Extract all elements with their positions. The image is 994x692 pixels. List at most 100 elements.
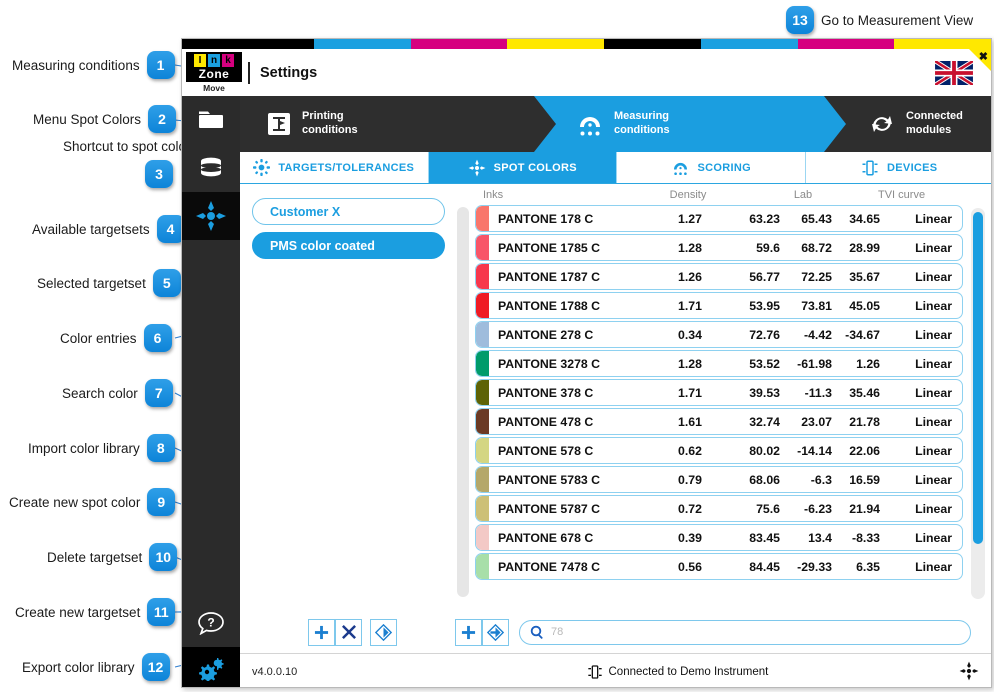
callout-badge: 12 xyxy=(141,653,170,681)
help-icon: ? xyxy=(198,612,224,635)
table-row[interactable]: PANTONE 5783 C 0.79 68.06 -6.3 16.59 Linear xyxy=(475,466,963,493)
cross-icon xyxy=(341,625,356,639)
bottom-toolbar: 78 xyxy=(240,611,991,653)
ink-name: PANTONE 3278 C xyxy=(498,356,601,371)
targetset-item-pms-color-coated[interactable]: PMS color coated xyxy=(252,232,445,259)
breadcrumb-line1: Printing xyxy=(302,110,344,123)
table-row[interactable]: PANTONE 178 C 1.27 63.23 65.43 34.65 Linear xyxy=(475,205,963,232)
table-row[interactable]: PANTONE 478 C 1.61 32.74 23.07 21.78 Linear xyxy=(475,408,963,435)
spot-color-target-icon[interactable] xyxy=(959,661,979,681)
lab-b-value: 21.78 xyxy=(849,414,880,429)
table-row[interactable]: PANTONE 578 C 0.62 80.02 -14.14 22.06 Linear xyxy=(475,437,963,464)
lab-b-value: 28.99 xyxy=(849,240,880,255)
close-icon[interactable]: ✖ xyxy=(979,49,988,65)
database-icon xyxy=(201,157,221,177)
list-left-scrollbar[interactable] xyxy=(457,207,469,597)
callout-12: Export color library 12 xyxy=(22,653,170,681)
targetset-item-customer-x[interactable]: Customer X xyxy=(252,198,445,225)
breadcrumb-line1: Measuring xyxy=(614,110,670,123)
density-value: 1.26 xyxy=(678,269,702,284)
density-value: 0.62 xyxy=(678,443,702,458)
breadcrumb-connected-modules[interactable]: Connected modules xyxy=(824,96,991,152)
table-row[interactable]: PANTONE 3278 C 1.28 53.52 -61.98 1.26 Linear xyxy=(475,350,963,377)
lab-l-value: 75.6 xyxy=(756,501,780,516)
search-icon xyxy=(530,625,543,639)
table-header: Inks Density Lab TVI curve xyxy=(455,184,987,205)
lab-a-value: 65.43 xyxy=(801,211,832,226)
table-row[interactable]: PANTONE 678 C 0.39 83.45 13.4 -8.33 Linear xyxy=(475,524,963,551)
spot-color-target-icon xyxy=(196,201,226,231)
tvi-curve-value: Linear xyxy=(915,385,952,400)
lab-b-value: 35.46 xyxy=(849,385,880,400)
scrollbar-thumb[interactable] xyxy=(973,212,983,545)
callout-8: Import color library 8 xyxy=(28,434,175,462)
ink-name: PANTONE 678 C xyxy=(498,530,594,545)
breadcrumb-line2: conditions xyxy=(302,124,358,136)
list-scrollbar[interactable] xyxy=(971,208,985,599)
table-row[interactable]: PANTONE 7478 C 0.56 84.45 -29.33 6.35 Linear xyxy=(475,553,963,580)
tab-bar: TARGETS/TOLERANCES SPOT COLORS SCORING D… xyxy=(240,152,991,184)
logo-wordmark: Zone xyxy=(186,67,242,82)
plus-icon xyxy=(314,625,329,639)
uk-flag-icon[interactable] xyxy=(935,61,973,85)
sidebar-item-help[interactable]: ? xyxy=(182,599,240,647)
lab-l-value: 39.53 xyxy=(749,385,780,400)
table-row[interactable]: PANTONE 1788 C 1.71 53.95 73.81 45.05 Linear xyxy=(475,292,963,319)
export-color-library-button[interactable] xyxy=(370,618,397,646)
search-color-field[interactable]: 78 xyxy=(519,619,971,645)
tvi-curve-value: Linear xyxy=(915,559,952,574)
breadcrumb-measuring-conditions[interactable]: Measuring conditions xyxy=(534,96,846,152)
lab-b-value: 35.67 xyxy=(849,269,880,284)
lab-b-value: 6.35 xyxy=(856,559,880,574)
create-new-spot-color-button[interactable] xyxy=(455,618,482,646)
targets-tolerances-icon xyxy=(253,159,271,176)
ink-name: PANTONE 1785 C xyxy=(498,240,601,255)
panels: Customer X PMS color coated Inks Density… xyxy=(240,184,991,611)
devices-icon xyxy=(862,160,878,175)
callout-badge: 1 xyxy=(146,51,175,79)
cmyk-color-bar xyxy=(182,39,991,49)
tab-spot-colors[interactable]: SPOT COLORS xyxy=(428,152,617,183)
delete-targetset-button[interactable] xyxy=(335,618,362,646)
sidebar-item-settings[interactable] xyxy=(182,647,240,687)
tab-scoring[interactable]: SCORING xyxy=(617,152,806,183)
callout-badge: 13 xyxy=(786,6,814,34)
main-content: Printing conditions Measuring conditions… xyxy=(240,96,991,687)
color-list-panel: Inks Density Lab TVI curve PANTONE 178 C… xyxy=(455,184,991,611)
application-window: I n k Zone Move Settings ✖ ? Printing co… xyxy=(181,38,992,688)
table-row[interactable]: PANTONE 378 C 1.71 39.53 -11.3 35.46 Linear xyxy=(475,379,963,406)
status-bar: v4.0.0.10 Connected to Demo Instrument xyxy=(240,653,991,687)
create-new-targetset-button[interactable] xyxy=(308,618,335,646)
logo-letter-c: I xyxy=(194,54,206,67)
table-row[interactable]: PANTONE 5787 C 0.72 75.6 -6.23 21.94 Linear xyxy=(475,495,963,522)
lab-l-value: 80.02 xyxy=(749,443,780,458)
sidebar-item-spot-colors[interactable] xyxy=(182,192,240,240)
callout-10: Delete targetset 10 xyxy=(47,543,178,571)
tab-label: SCORING xyxy=(697,161,751,174)
table-row[interactable]: PANTONE 278 C 0.34 72.76 -4.42 -34.67 Linear xyxy=(475,321,963,348)
callout-label: Create new spot color xyxy=(9,494,141,510)
table-row[interactable]: PANTONE 1787 C 1.26 56.77 72.25 35.67 Linear xyxy=(475,263,963,290)
import-color-library-button[interactable] xyxy=(482,618,509,646)
sidebar-item-database[interactable] xyxy=(182,144,240,192)
tvi-curve-value: Linear xyxy=(915,501,952,516)
callout-6: Color entries 6 xyxy=(60,324,172,352)
breadcrumb-printing-conditions[interactable]: Printing conditions xyxy=(240,96,556,152)
callout-11: Create new targetset 11 xyxy=(15,598,176,626)
tab-devices[interactable]: DEVICES xyxy=(805,152,991,183)
callout-label: Selected targetset xyxy=(37,275,146,291)
page-title: Settings xyxy=(260,64,318,81)
column-header-density: Density xyxy=(669,189,707,201)
color-rows: PANTONE 178 C 1.27 63.23 65.43 34.65 Linear PA… xyxy=(475,205,967,611)
table-row[interactable]: PANTONE 1785 C 1.28 59.6 68.72 28.99 Linear xyxy=(475,234,963,261)
gear-icon xyxy=(199,658,224,681)
lab-a-value: -29.33 xyxy=(797,559,832,574)
tab-targets-tolerances[interactable]: TARGETS/TOLERANCES xyxy=(240,152,429,183)
sidebar-item-jobs[interactable] xyxy=(182,96,240,144)
cmyk-seg xyxy=(313,39,411,49)
callout-badge: 2 xyxy=(148,105,177,133)
density-value: 0.34 xyxy=(678,327,702,342)
lab-l-value: 53.95 xyxy=(749,298,780,313)
callout-3-label: Shortcut to spot color xyxy=(63,139,191,154)
callout-2: Menu Spot Colors 2 xyxy=(33,105,177,133)
